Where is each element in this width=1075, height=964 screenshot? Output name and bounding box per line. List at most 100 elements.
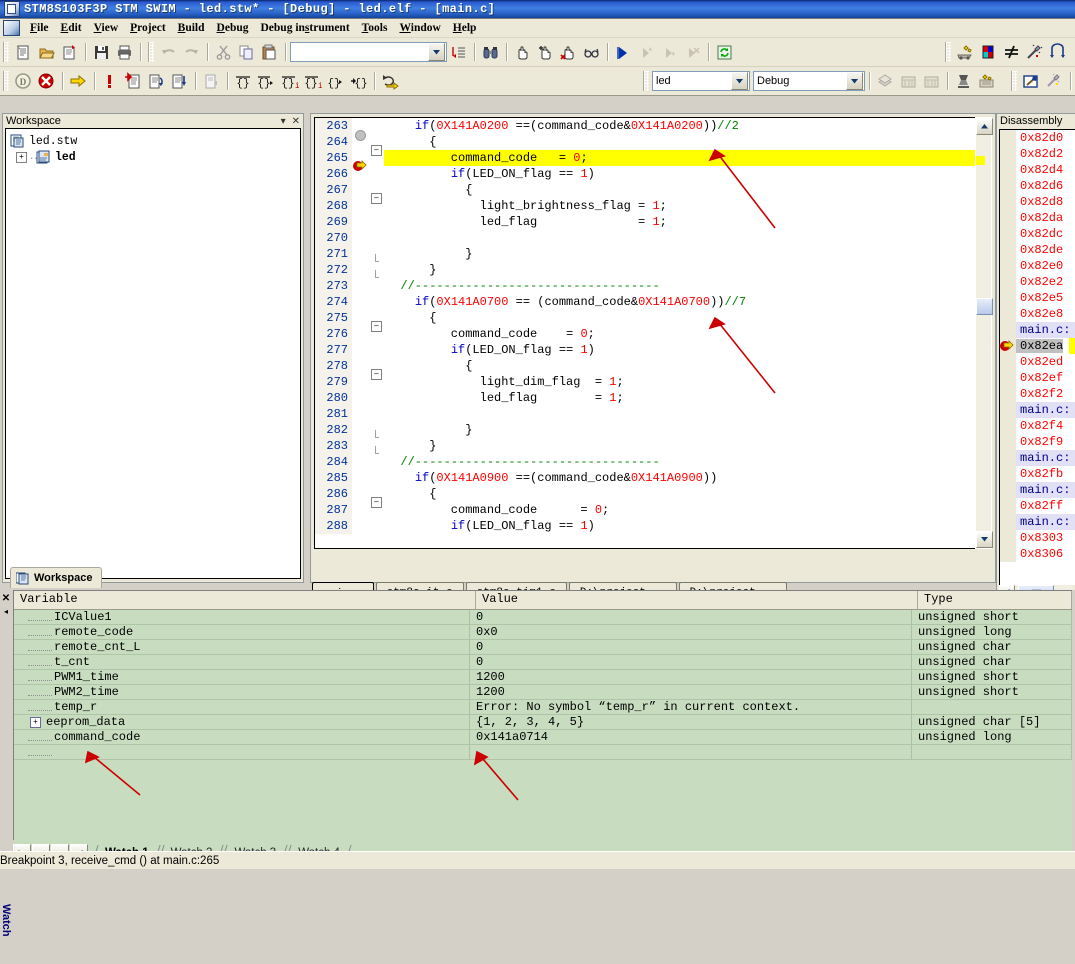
disassembly-gutter[interactable] bbox=[1000, 546, 1016, 562]
fold-collapse-icon[interactable]: – bbox=[371, 321, 382, 332]
disassembly-row[interactable]: main.c: bbox=[1000, 514, 1075, 530]
halt-icon[interactable] bbox=[99, 70, 122, 92]
watch-variable-cell[interactable]: remote_cnt_L bbox=[14, 640, 470, 654]
menu-item-file[interactable]: File bbox=[24, 20, 55, 36]
disassembly-gutter[interactable] bbox=[1000, 418, 1016, 434]
open-folder-icon[interactable] bbox=[35, 41, 58, 63]
disassembly-gutter[interactable] bbox=[1000, 370, 1016, 386]
stop-build-icon[interactable] bbox=[952, 70, 975, 92]
watch-variable-cell[interactable]: t_cnt bbox=[14, 655, 470, 669]
disassembly-gutter[interactable] bbox=[1000, 162, 1016, 178]
config-combo[interactable]: Debug bbox=[753, 71, 865, 91]
watch-variable-cell[interactable]: command_code bbox=[14, 730, 470, 744]
watch-value-cell[interactable]: 0x141a0714 bbox=[470, 730, 912, 744]
watch-row[interactable]: ICValue1 0 unsigned short bbox=[14, 610, 1072, 625]
disassembly-row[interactable]: main.c: bbox=[1000, 402, 1075, 418]
code-line[interactable]: 284 //---------------------------------- bbox=[315, 454, 975, 470]
chevron-down-icon[interactable] bbox=[846, 72, 863, 90]
disassembly-gutter[interactable] bbox=[1000, 306, 1016, 322]
tree-item-project[interactable]: + .. led bbox=[10, 149, 300, 165]
disassembly-row[interactable]: 0x82d4 bbox=[1000, 162, 1075, 178]
disassembly-gutter[interactable] bbox=[1000, 530, 1016, 546]
watch-value-cell[interactable]: 1200 bbox=[470, 685, 912, 699]
disassembly-gutter[interactable] bbox=[1000, 498, 1016, 514]
toolbar-grip[interactable] bbox=[643, 71, 649, 91]
watch-collapse-button[interactable]: ◂ bbox=[4, 607, 8, 616]
disassembly-gutter[interactable] bbox=[1000, 130, 1016, 146]
column-header-variable[interactable]: Variable bbox=[14, 591, 476, 609]
options-icon[interactable] bbox=[975, 70, 998, 92]
build-icon[interactable] bbox=[954, 41, 977, 63]
watch-close-button[interactable]: ✕ bbox=[2, 593, 10, 604]
code-line[interactable]: 273 //---------------------------------- bbox=[315, 278, 975, 294]
new-file-icon[interactable] bbox=[12, 41, 35, 63]
disassembly-gutter[interactable] bbox=[1000, 402, 1016, 418]
breakpoint-enable-icon[interactable]: {} i bbox=[278, 70, 301, 92]
bookmark-clear-icon[interactable] bbox=[681, 41, 704, 63]
watch-variable-cell[interactable] bbox=[14, 745, 470, 759]
watch-row[interactable]: + eeprom_data {1, 2, 3, 4, 5} unsigned char… bbox=[14, 715, 1072, 730]
copy-icon[interactable] bbox=[235, 41, 258, 63]
workspace-collapse-button[interactable]: ▾ bbox=[281, 116, 286, 127]
disassembly-row[interactable]: 0x82ff bbox=[1000, 498, 1075, 514]
watch-variable-cell[interactable]: ICValue1 bbox=[14, 610, 470, 624]
code-line[interactable]: 272 } bbox=[315, 262, 975, 278]
debug-start-icon[interactable]: D bbox=[12, 70, 35, 92]
disassembly-gutter[interactable] bbox=[1000, 242, 1016, 258]
disassembly-row[interactable]: 0x82d6 bbox=[1000, 178, 1075, 194]
watch-vertical-tab[interactable]: Watch bbox=[0, 896, 12, 944]
step-out-icon[interactable] bbox=[200, 70, 223, 92]
disassembly-gutter[interactable] bbox=[1000, 450, 1016, 466]
menu-item-help[interactable]: Help bbox=[447, 20, 483, 36]
code-line[interactable]: 285 if(0X141A0900 ==(command_code&0X141A… bbox=[315, 470, 975, 486]
disassembly-gutter[interactable] bbox=[1000, 338, 1016, 354]
watch-value-cell[interactable] bbox=[470, 745, 912, 759]
watch-variable-cell[interactable]: PWM2_time bbox=[14, 685, 470, 699]
code-line[interactable]: 271 } bbox=[315, 246, 975, 262]
menu-item-build[interactable]: Build bbox=[172, 20, 211, 36]
redo-icon[interactable] bbox=[180, 41, 203, 63]
print-icon[interactable] bbox=[113, 41, 136, 63]
watch-new-row[interactable] bbox=[14, 745, 1072, 760]
disassembly-row[interactable]: 0x82d8 bbox=[1000, 194, 1075, 210]
disassembly-gutter[interactable] bbox=[1000, 434, 1016, 450]
disassembly-row[interactable]: 0x8303 bbox=[1000, 530, 1075, 546]
wand-icon[interactable] bbox=[1023, 41, 1046, 63]
run-tool-icon[interactable] bbox=[1020, 70, 1043, 92]
fold-collapse-icon[interactable]: – bbox=[371, 369, 382, 380]
watch-value-cell[interactable]: 1200 bbox=[470, 670, 912, 684]
binoculars-icon[interactable] bbox=[479, 41, 502, 63]
scroll-thumb[interactable] bbox=[976, 298, 993, 315]
disassembly-gutter[interactable] bbox=[1000, 386, 1016, 402]
code-line[interactable]: 270 bbox=[315, 230, 975, 246]
watch-variable-cell[interactable]: temp_r bbox=[14, 700, 470, 714]
undo-icon[interactable] bbox=[157, 41, 180, 63]
breakpoint-toggle-icon[interactable]: {} bbox=[255, 70, 278, 92]
disassembly-row[interactable]: 0x82f4 bbox=[1000, 418, 1075, 434]
watch-variable-cell[interactable]: + eeprom_data bbox=[14, 715, 470, 729]
toolbar-grip[interactable] bbox=[3, 71, 9, 91]
menu-item-tools[interactable]: Tools bbox=[356, 20, 394, 36]
menu-item-debug[interactable]: Debug bbox=[211, 20, 255, 36]
run-to-cursor-icon[interactable] bbox=[122, 70, 145, 92]
disassembly-row[interactable]: 0x82f9 bbox=[1000, 434, 1075, 450]
disassembly-row[interactable]: 0x82fb bbox=[1000, 466, 1075, 482]
scroll-up-button[interactable] bbox=[976, 118, 993, 135]
breakpoint-clear-icon[interactable]: {} bbox=[347, 70, 370, 92]
link-icon[interactable] bbox=[1046, 41, 1069, 63]
column-header-type[interactable]: Type bbox=[918, 591, 1072, 609]
disassembly-gutter[interactable] bbox=[1000, 194, 1016, 210]
menu-item-project[interactable]: Project bbox=[124, 20, 172, 36]
watch-value-cell[interactable]: 0 bbox=[470, 655, 912, 669]
hand-add-icon[interactable] bbox=[534, 41, 557, 63]
disassembly-row[interactable]: 0x82d2 bbox=[1000, 146, 1075, 162]
disassembly-gutter[interactable] bbox=[1000, 482, 1016, 498]
code-line[interactable]: 264 – { bbox=[315, 134, 975, 156]
disassembly-row[interactable]: main.c: bbox=[1000, 450, 1075, 466]
disassembly-gutter[interactable] bbox=[1000, 514, 1016, 530]
disassembly-row[interactable]: 0x82ef bbox=[1000, 370, 1075, 386]
menu-item-debug-instrument[interactable]: Debug instrument bbox=[255, 20, 356, 36]
code-line[interactable]: 288 if(LED_ON_flag == 1) bbox=[315, 518, 975, 534]
column-header-value[interactable]: Value bbox=[476, 591, 918, 609]
disassembly-row[interactable]: 0x82f2 bbox=[1000, 386, 1075, 402]
